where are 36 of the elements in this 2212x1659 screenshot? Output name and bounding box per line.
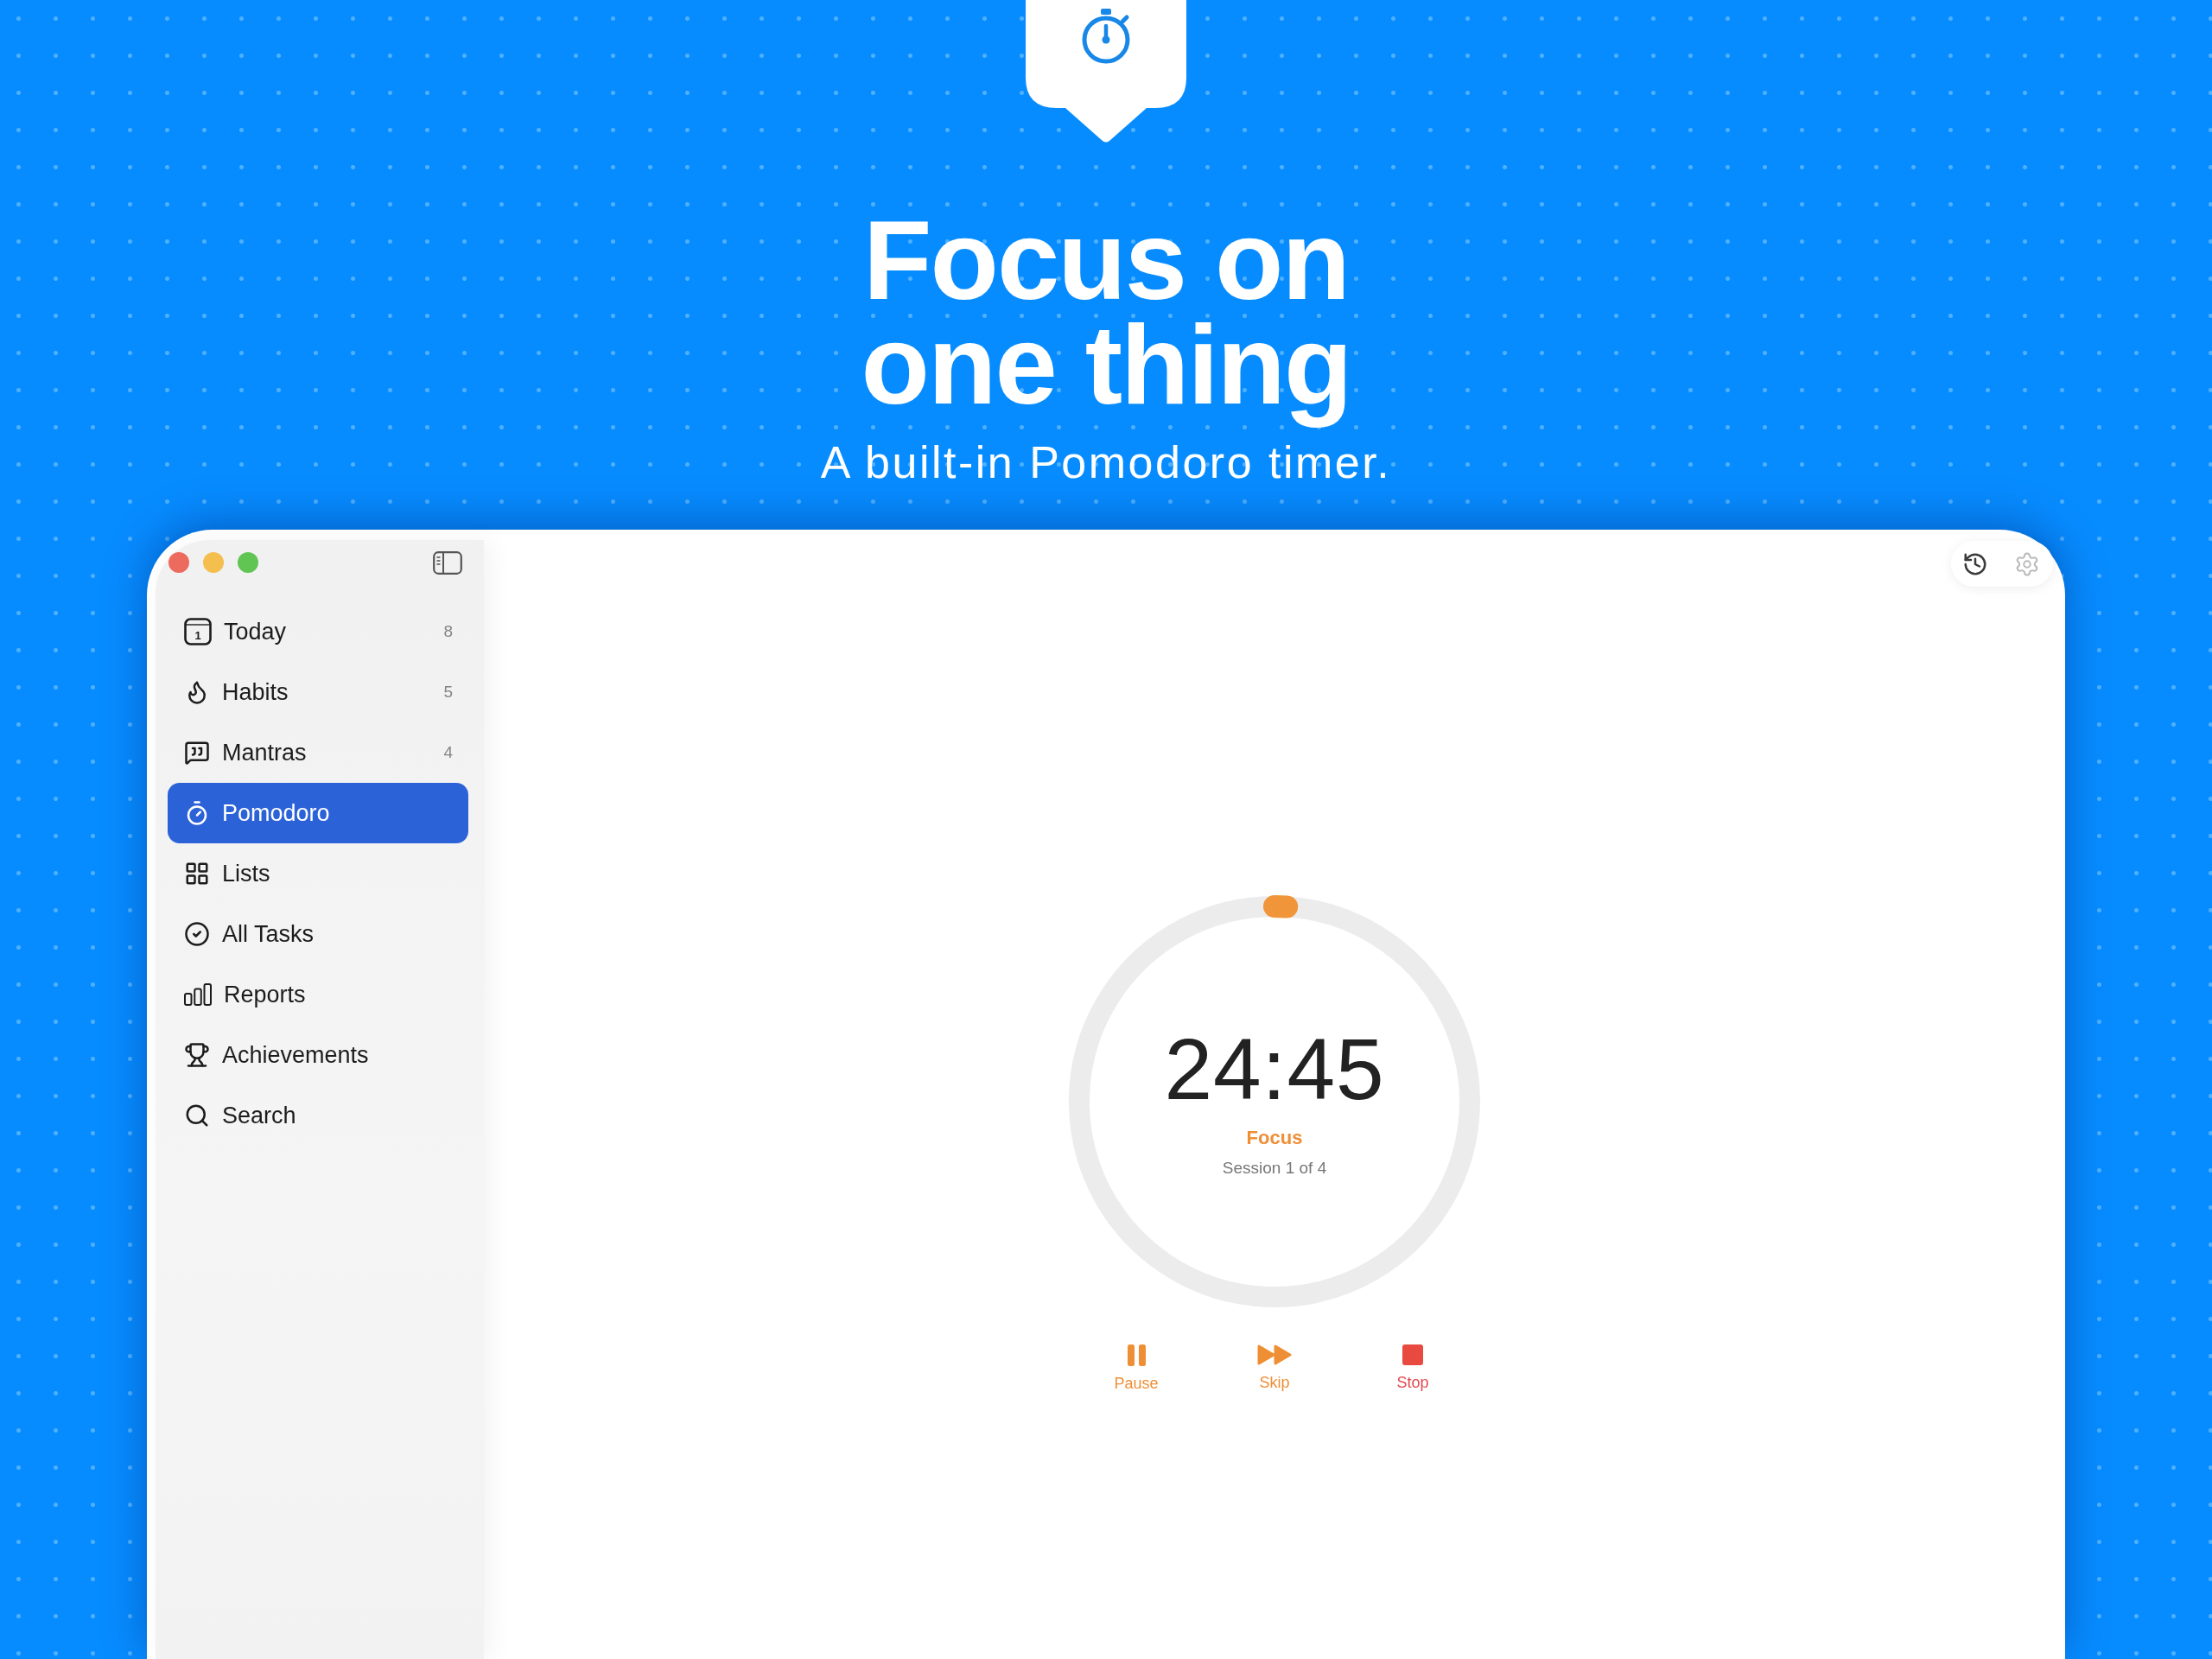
trophy-icon	[184, 1042, 210, 1068]
sidebar-item[interactable]: Reports	[168, 964, 468, 1025]
sidebar-item[interactable]: Pomodoro	[168, 783, 468, 843]
item-count: 5	[443, 683, 453, 702]
sidebar-item[interactable]: Lists	[168, 843, 468, 904]
progress-marker	[1263, 895, 1299, 918]
sidebar-toggle-button[interactable]	[433, 550, 462, 575]
close-button[interactable]	[168, 552, 189, 573]
hero-title: Focus on one thing	[860, 196, 1352, 429]
sidebar-item[interactable]: 1 Today 8	[168, 601, 468, 662]
stop-icon	[1402, 1344, 1423, 1365]
grid-icon	[184, 861, 210, 887]
minimize-button[interactable]	[203, 552, 224, 573]
bar-chart-icon	[184, 983, 212, 1006]
zoom-button[interactable]	[238, 552, 258, 573]
quote-bubble-icon	[184, 740, 210, 766]
item-count: 8	[443, 622, 453, 641]
calendar-icon: 1	[184, 618, 212, 645]
sidebar-item[interactable]: Mantras 4	[168, 722, 468, 783]
timer-time: 24:45	[1164, 1026, 1385, 1112]
sidebar-item[interactable]: All Tasks	[168, 904, 468, 964]
sidebar-item[interactable]: Achievements	[168, 1025, 468, 1085]
timer-phase: Focus	[1246, 1127, 1303, 1149]
search-icon	[184, 1103, 210, 1128]
stop-button[interactable]: Stop	[1370, 1344, 1456, 1392]
hero-subtitle: A built-in Pomodoro timer.	[820, 436, 1392, 489]
stopwatch-bubble-icon	[1026, 0, 1186, 143]
pause-icon	[1127, 1344, 1146, 1366]
item-count: 4	[443, 743, 453, 762]
sidebar-icon	[433, 550, 462, 575]
settings-icon	[2014, 550, 2040, 577]
fast-forward-icon	[1257, 1344, 1292, 1365]
session-counter: Session 1 of 4	[1222, 1159, 1327, 1178]
sidebar-item[interactable]: Habits 5	[168, 662, 468, 722]
sidebar-item[interactable]: Search	[168, 1085, 468, 1146]
check-circle-icon	[184, 921, 210, 947]
